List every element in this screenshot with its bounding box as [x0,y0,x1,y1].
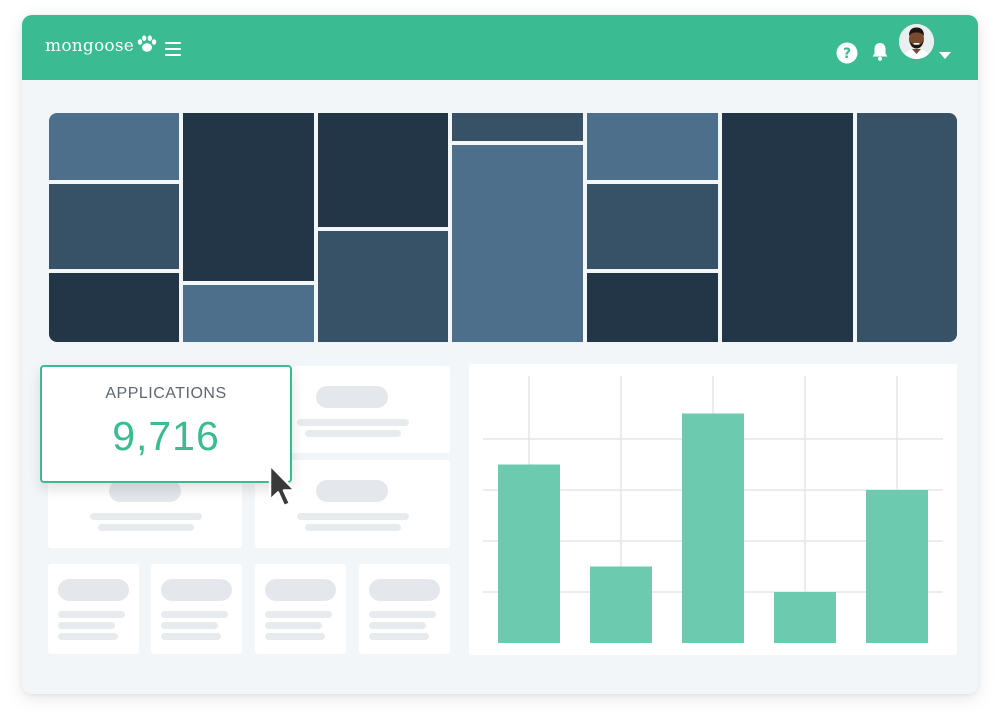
bell-icon[interactable] [871,42,889,62]
treemap-tile[interactable] [183,113,314,281]
treemap-banner [49,113,957,342]
stat-label: APPLICATIONS [105,385,227,402]
treemap-tile[interactable] [183,285,314,342]
caret-down-icon[interactable] [939,52,951,59]
treemap-tile[interactable] [857,113,957,342]
top-bar: mongoose ? [22,15,978,80]
treemap-tile[interactable] [452,145,583,342]
treemap-tile[interactable] [49,184,179,269]
chart-bar-2[interactable] [590,566,652,644]
placeholder-card[interactable] [255,564,346,654]
applications-stat-card[interactable]: APPLICATIONS 9,716 [40,365,292,483]
chart-bar-1[interactable] [498,464,560,644]
brand-logo[interactable]: mongoose [45,36,134,56]
treemap-tile[interactable] [587,184,718,269]
treemap-tile[interactable] [587,273,718,342]
chart-bar-4[interactable] [774,592,836,643]
mouse-pointer-icon [268,463,297,508]
placeholder-card[interactable] [48,564,139,654]
app-window: mongoose ? APPLICATIONS 9,716 [22,15,978,694]
bar-chart-card [469,364,957,655]
stat-value: 9,716 [112,413,220,459]
chart-bar-5[interactable] [866,490,928,643]
help-circle-icon[interactable]: ? [836,42,858,64]
treemap-tile[interactable] [49,113,179,180]
treemap-tile[interactable] [452,113,583,141]
treemap-tile[interactable] [318,113,448,227]
placeholder-card[interactable] [359,564,450,654]
treemap-tile[interactable] [49,273,179,342]
paw-icon [137,35,157,52]
treemap-tile[interactable] [587,113,718,180]
placeholder-card[interactable] [151,564,242,654]
hamburger-icon[interactable] [165,42,181,56]
treemap-tile[interactable] [318,231,448,342]
chart-bar-3[interactable] [682,413,744,644]
treemap-tile[interactable] [722,113,853,342]
avatar[interactable] [899,24,934,59]
svg-text:?: ? [843,46,851,62]
bar-chart [483,376,943,644]
